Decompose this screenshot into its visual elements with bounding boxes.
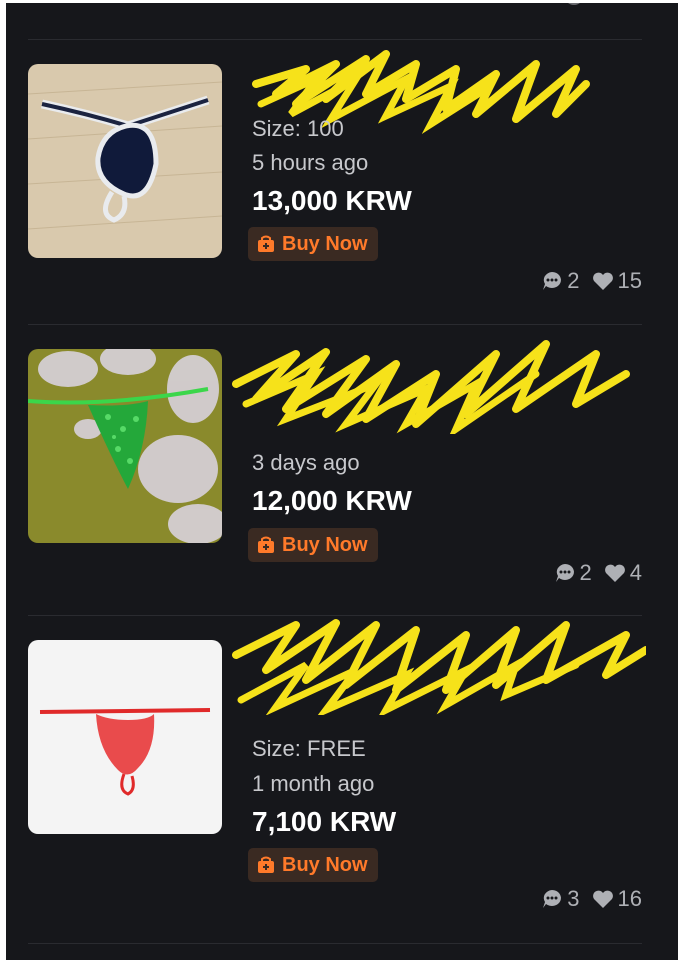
buy-now-icon	[258, 536, 274, 553]
buy-now-label: Buy Now	[282, 534, 368, 556]
comment-count: 3	[567, 886, 580, 911]
listing-feed: Size: 100 5 hours ago 13,000 KRW Buy Now…	[6, 3, 678, 960]
product-photo	[28, 349, 222, 543]
chat-bubble-icon	[543, 272, 562, 290]
buy-now-icon	[258, 856, 274, 873]
redacted-title	[232, 619, 646, 715]
listing-item[interactable]: Size: 100 5 hours ago 13,000 KRW Buy Now…	[6, 39, 678, 329]
like-count: 16	[617, 886, 642, 911]
product-photo	[28, 640, 222, 834]
listing-size: Size: 100	[252, 116, 344, 141]
chat-bubble-icon	[543, 890, 562, 908]
listing-price: 12,000 KRW	[252, 485, 412, 516]
listing-stats: 2 4	[554, 560, 642, 586]
heart-icon[interactable]	[592, 889, 614, 909]
listing-time: 3 days ago	[252, 450, 360, 475]
comment-count: 2	[567, 268, 580, 293]
buy-now-label: Buy Now	[282, 854, 368, 876]
listing-price: 7,100 KRW	[252, 806, 397, 837]
buy-now-button[interactable]: Buy Now	[248, 528, 378, 562]
product-thumbnail[interactable]	[28, 64, 222, 258]
partial-stats-icon	[568, 3, 580, 5]
product-photo	[28, 64, 222, 258]
like-count: 4	[629, 560, 642, 585]
listing-size: Size: FREE	[252, 736, 366, 761]
buy-now-label: Buy Now	[282, 233, 368, 255]
like-count: 15	[617, 268, 642, 293]
divider	[28, 943, 642, 944]
listing-time: 5 hours ago	[252, 150, 369, 175]
listing-time: 1 month ago	[252, 771, 375, 796]
listing-item[interactable]: 3 days ago 12,000 KRW Buy Now 2 4	[6, 324, 678, 614]
comment-count: 2	[579, 560, 592, 585]
chat-bubble-icon	[555, 564, 574, 582]
listing-item[interactable]: Size: FREE 1 month ago 7,100 KRW Buy Now…	[6, 615, 678, 911]
listing-stats: 2 15	[541, 268, 642, 294]
listing-stats: 3 16	[541, 886, 642, 912]
heart-icon[interactable]	[604, 563, 626, 583]
listing-price: 13,000 KRW	[252, 185, 412, 216]
product-thumbnail[interactable]	[28, 349, 222, 543]
buy-now-icon	[258, 235, 274, 252]
redacted-title	[232, 340, 630, 434]
buy-now-button[interactable]: Buy Now	[248, 848, 378, 882]
product-thumbnail[interactable]	[28, 640, 222, 834]
heart-icon[interactable]	[592, 271, 614, 291]
buy-now-button[interactable]: Buy Now	[248, 227, 378, 261]
